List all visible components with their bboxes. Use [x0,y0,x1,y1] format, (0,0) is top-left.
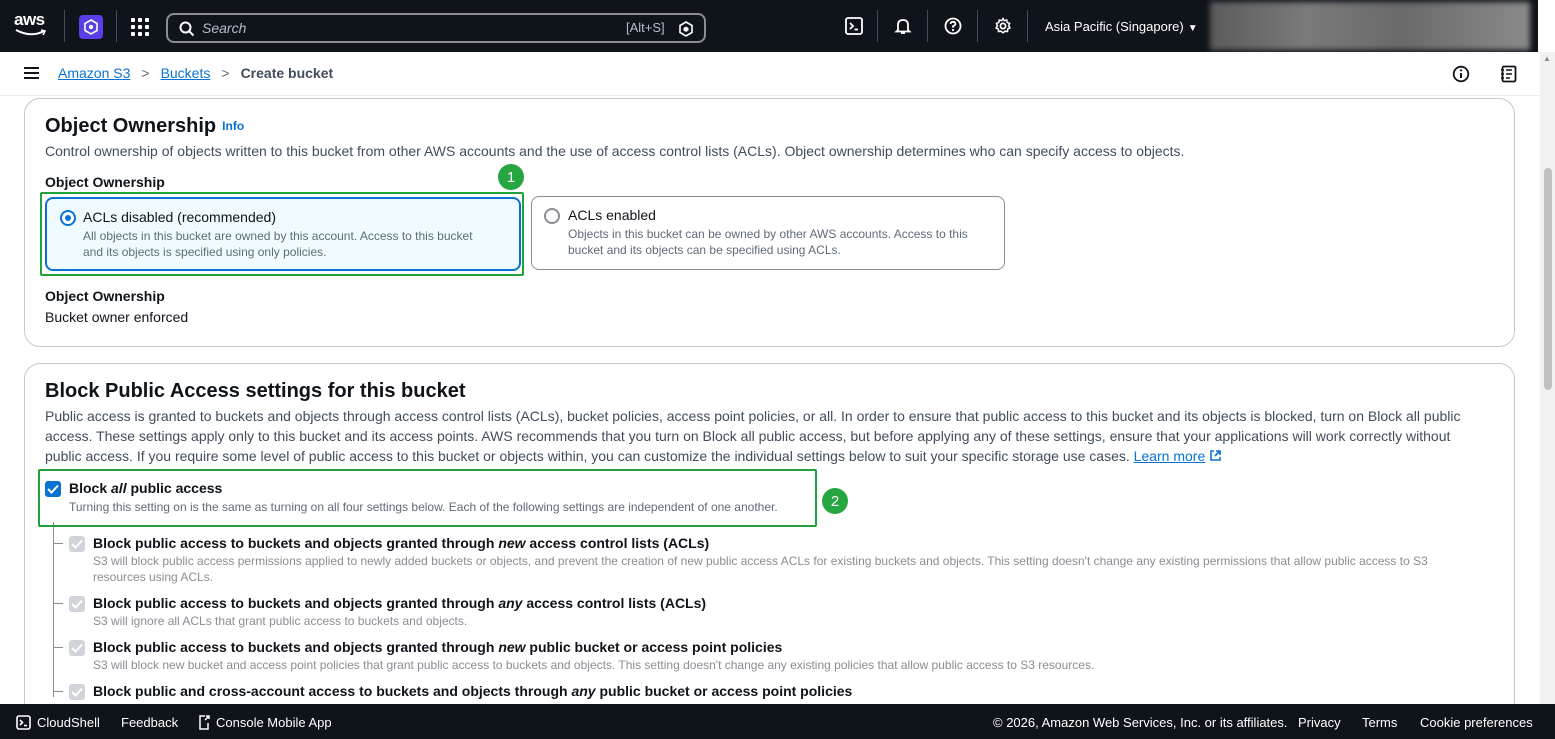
chevron-right-icon: > [141,65,150,81]
learn-more-link[interactable]: Learn more [1134,448,1206,464]
acls-enabled-desc-line: Objects in this bucket can be owned by o… [568,227,968,241]
tree-branch [53,543,63,544]
block-public-access-panel: Block Public Access settings for this bu… [24,363,1515,723]
aws-logo[interactable]: aws [14,11,52,40]
tree-branch [53,691,63,692]
window-edge [1538,0,1555,52]
help-icon[interactable] [944,17,962,35]
block-new-policies-checkbox[interactable] [69,640,85,656]
terms-link[interactable]: Terms [1362,715,1397,730]
description-line: public access. If you require some level… [45,446,1495,466]
amazon-q-icon[interactable] [678,21,694,37]
annotation-box-2 [38,469,817,527]
breadcrumb: Amazon S3 > Buckets > Create bucket [58,65,333,81]
description-line: resources using ACLs. [93,570,214,584]
description-line: access. These settings apply only to thi… [45,428,1451,444]
object-ownership-summary-label: Object Ownership [45,288,165,304]
scrollbar-thumb[interactable] [1544,168,1552,390]
breadcrumb-bar: Amazon S3 > Buckets > Create bucket [0,52,1540,96]
block-new-acls-checkbox[interactable] [69,536,85,552]
external-link-icon [1210,450,1221,461]
nav-divider [877,10,878,42]
acls-enabled-option[interactable]: ACLs enabled Objects in this bucket can … [531,196,1005,270]
search-shortcut-hint: [Alt+S] [626,20,665,35]
breadcrumb-amazon-s3[interactable]: Amazon S3 [58,65,130,81]
description-line: Public access is granted to buckets and … [45,408,1461,424]
account-menu-redacted[interactable] [1210,2,1530,50]
feedback-link[interactable]: Feedback [121,715,178,730]
cloudshell-icon[interactable] [845,17,863,35]
block-new-acls-title: Block public access to buckets and objec… [93,535,710,551]
cookie-preferences-link[interactable]: Cookie preferences [1420,715,1533,730]
annotation-badge-2: 2 [822,488,848,514]
tree-branch [53,603,63,604]
object-ownership-field-label: Object Ownership [45,174,165,190]
top-navigation: aws [Alt+S] Asia Pacific (Singapore)▼ [0,0,1555,52]
nav-divider [977,10,978,42]
copyright-text: © 2026, Amazon Web Services, Inc. or its… [993,715,1288,730]
block-new-policies-description: S3 will block new bucket and access poin… [93,658,1095,672]
nav-divider [116,10,117,42]
info-icon[interactable] [1452,65,1470,83]
annotation-badge-1: 1 [498,164,524,190]
annotation-box-1 [40,192,524,276]
object-ownership-heading: Object Ownership Info [45,115,245,137]
search-icon [179,21,195,37]
info-link[interactable]: Info [222,119,244,133]
acls-enabled-description: Objects in this bucket can be owned by o… [568,226,968,258]
caret-down-icon: ▼ [1187,23,1198,34]
block-cross-account-checkbox[interactable] [69,684,85,700]
services-grid-icon[interactable] [131,18,149,36]
footer-bar: CloudShell Feedback Console Mobile App ©… [0,704,1555,739]
breadcrumb-buckets[interactable]: Buckets [161,65,211,81]
search-bar[interactable]: [Alt+S] [166,13,706,43]
menu-icon[interactable] [24,67,39,79]
chevron-right-icon: > [221,65,230,81]
service-shortcut-icon[interactable] [79,15,103,39]
bell-icon[interactable] [894,17,912,35]
search-input[interactable] [202,17,582,39]
privacy-link[interactable]: Privacy [1298,715,1341,730]
description-line: S3 will block public access permissions … [93,554,1428,568]
description-line-text: public access. If you require some level… [45,448,1130,464]
breadcrumb-current: Create bucket [240,65,334,81]
block-public-access-description: Public access is granted to buckets and … [45,406,1495,466]
tree-line [53,522,54,697]
nav-divider [1027,10,1028,42]
acls-enabled-desc-line: bucket and its objects can be specified … [568,243,841,257]
block-any-acls-title: Block public access to buckets and objec… [93,595,707,611]
side-panel-icon[interactable] [1500,65,1518,83]
region-selector[interactable]: Asia Pacific (Singapore) ▼ [1045,19,1198,34]
nav-divider [64,10,65,42]
block-cross-account-title: Block public and cross-account access to… [93,683,853,699]
object-ownership-description: Control ownership of objects written to … [45,143,1185,159]
mobile-icon [199,715,210,730]
console-mobile-app-link[interactable]: Console Mobile App [198,715,332,730]
nav-divider [927,10,928,42]
tree-branch [53,647,63,648]
object-ownership-summary-value: Bucket owner enforced [45,309,189,325]
gear-icon[interactable] [994,17,1012,35]
block-any-acls-description: S3 will ignore all ACLs that grant publi… [93,614,468,628]
scroll-up-arrow-icon[interactable]: ▲ [1543,54,1551,63]
cloudshell-footer-button[interactable]: CloudShell [16,715,100,730]
cloudshell-icon [16,715,31,730]
block-public-access-heading: Block Public Access settings for this bu… [45,380,466,402]
acls-enabled-title: ACLs enabled [568,207,656,223]
block-any-acls-checkbox[interactable] [69,596,85,612]
block-new-acls-description: S3 will block public access permissions … [93,553,1493,585]
block-new-policies-title: Block public access to buckets and objec… [93,639,783,655]
aws-smile-icon [15,29,47,36]
acls-enabled-radio[interactable] [544,208,560,224]
